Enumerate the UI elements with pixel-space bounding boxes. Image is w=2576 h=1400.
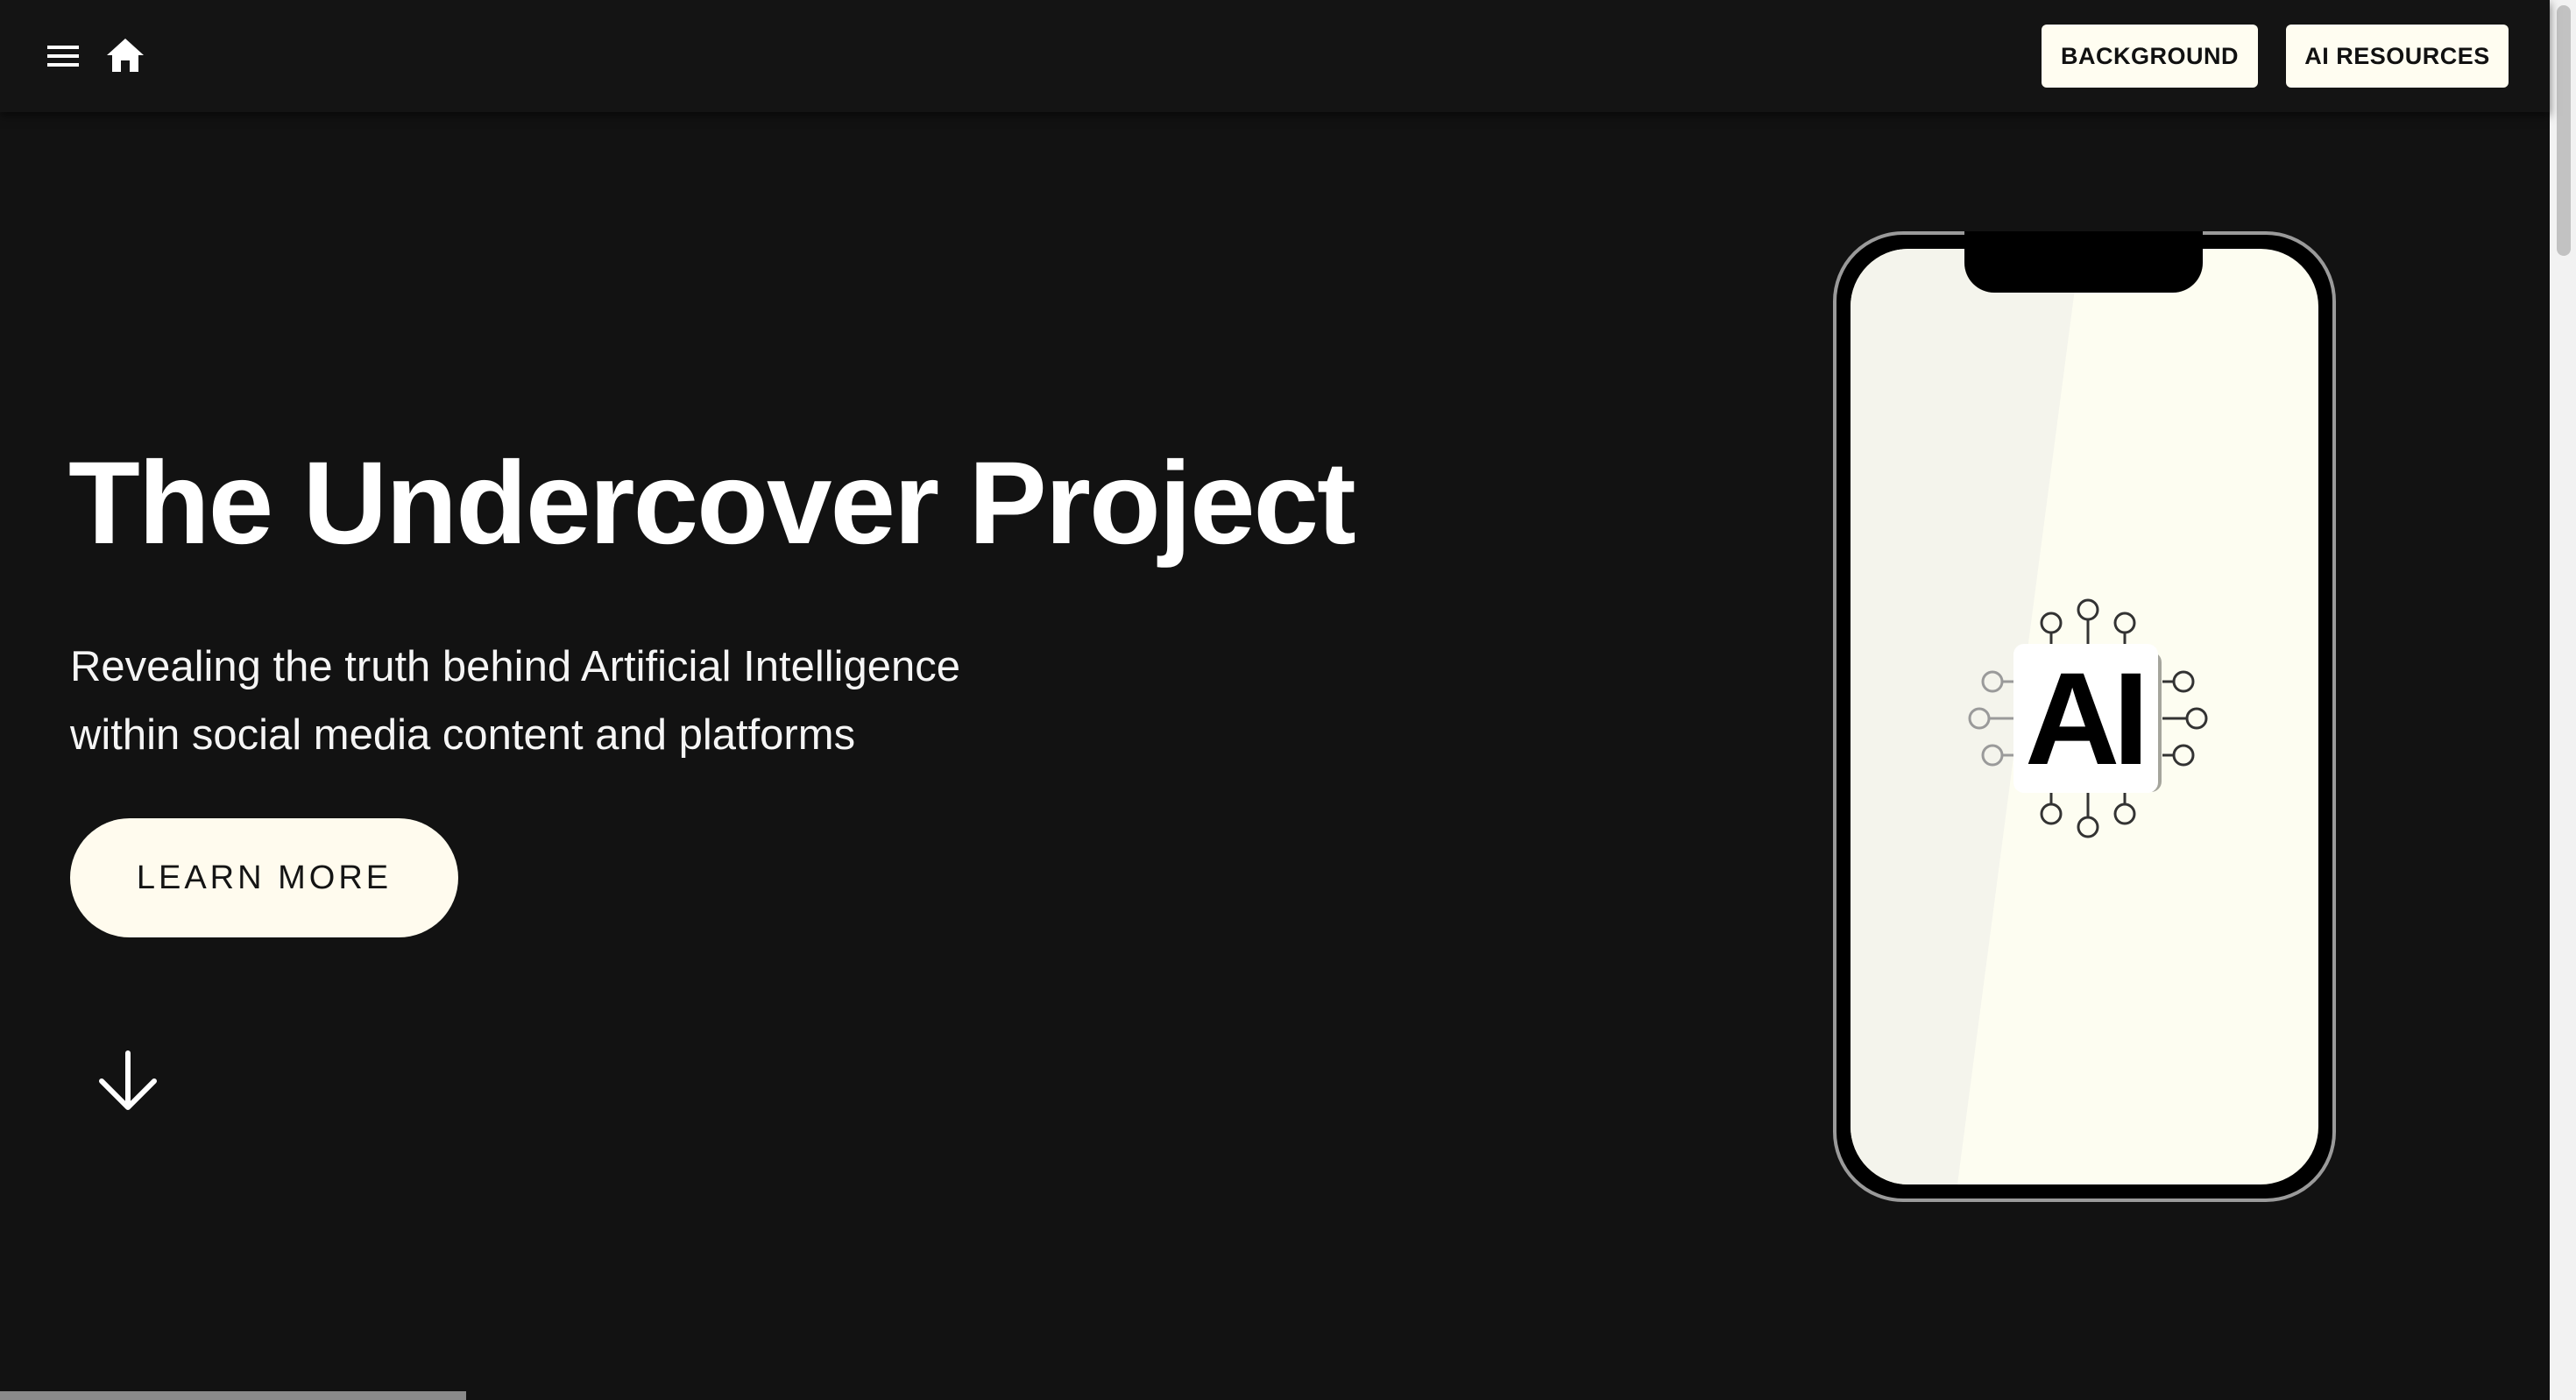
- top-navigation-bar: BACKGROUND AI RESOURCES: [0, 0, 2550, 112]
- ai-resources-nav-button[interactable]: AI RESOURCES: [2286, 25, 2509, 88]
- hamburger-menu-icon[interactable]: [42, 39, 84, 74]
- page-title: The Undercover Project: [68, 438, 1356, 569]
- hero-subtitle-line: within social media content and platform…: [70, 711, 856, 759]
- hero-subtitle-line: Revealing the truth behind Artificial In…: [70, 643, 961, 690]
- horizontal-scrollbar-thumb[interactable]: [0, 1391, 466, 1400]
- hero-subtitle: Revealing the truth behind Artificial In…: [70, 633, 1122, 769]
- background-nav-button[interactable]: BACKGROUND: [2042, 25, 2258, 88]
- arrow-down-icon[interactable]: [95, 1048, 161, 1114]
- learn-more-button[interactable]: LEARN MORE: [70, 818, 458, 937]
- vertical-scrollbar-thumb[interactable]: [2557, 5, 2571, 256]
- ai-chip-label: AI: [2025, 644, 2149, 792]
- vertical-scrollbar[interactable]: [2550, 0, 2576, 1400]
- home-icon[interactable]: [103, 35, 147, 75]
